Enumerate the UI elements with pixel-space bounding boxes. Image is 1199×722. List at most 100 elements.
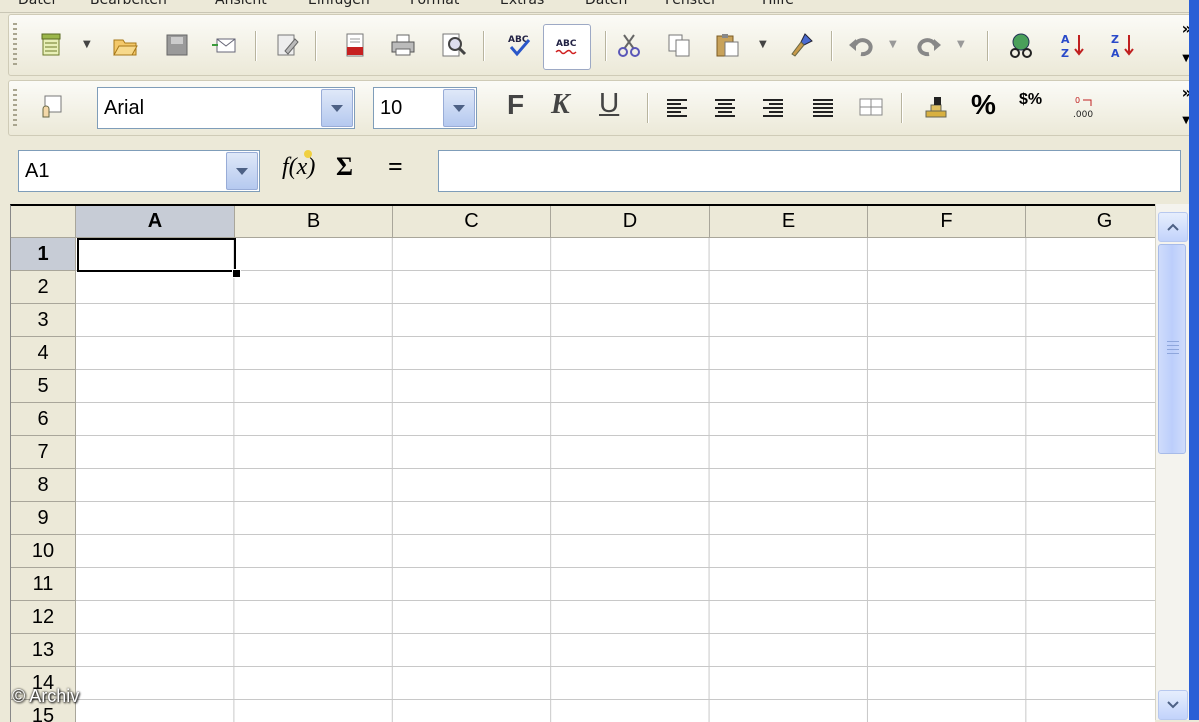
row-header-8[interactable]: 8 <box>11 469 76 502</box>
menu-item-insert[interactable]: Einfügen <box>308 0 370 8</box>
cut-icon[interactable] <box>613 29 645 61</box>
vertical-scrollbar[interactable] <box>1155 204 1190 720</box>
row-header-4[interactable]: 4 <box>11 337 76 370</box>
fill-handle[interactable] <box>232 269 241 278</box>
toolbar-separator <box>315 31 317 61</box>
column-header-g[interactable]: G <box>1026 206 1155 238</box>
svg-text:A: A <box>1111 47 1120 59</box>
standard-format-button[interactable]: $% <box>1019 91 1042 109</box>
row-header-11[interactable]: 11 <box>11 568 76 601</box>
copy-icon[interactable] <box>663 29 695 61</box>
svg-text:.000: .000 <box>1073 110 1093 120</box>
column-header-a[interactable]: A <box>76 206 235 238</box>
formula-input[interactable] <box>438 150 1181 192</box>
column-header-c[interactable]: C <box>393 206 551 238</box>
chevron-down-icon[interactable] <box>321 89 353 127</box>
chevron-down-icon[interactable] <box>226 152 258 190</box>
row-header-2[interactable]: 2 <box>11 271 76 304</box>
autospellcheck-icon[interactable]: ABC <box>543 24 591 70</box>
new-icon[interactable] <box>35 29 67 61</box>
currency-format-icon[interactable] <box>921 91 953 123</box>
toolbar-separator <box>901 93 903 123</box>
font-name-value: Arial <box>104 96 145 119</box>
column-header-d[interactable]: D <box>551 206 710 238</box>
toolbar-separator <box>255 31 257 61</box>
menu-item-window[interactable]: Fenster <box>665 0 717 8</box>
align-center-icon[interactable] <box>709 91 741 123</box>
undo-dropdown-icon[interactable]: ▼ <box>889 39 897 50</box>
toolbar-separator <box>831 31 833 61</box>
redo-icon[interactable] <box>913 29 945 61</box>
export-pdf-icon[interactable] <box>339 29 371 61</box>
print-icon[interactable] <box>387 29 419 61</box>
cell-grid[interactable] <box>76 238 1155 722</box>
sum-button[interactable]: Σ <box>336 152 353 182</box>
copyright-watermark: © Archiv <box>12 686 80 706</box>
scroll-thumb[interactable] <box>1158 244 1186 454</box>
sort-ascending-icon[interactable]: AZ <box>1057 29 1089 61</box>
menu-item-format[interactable]: Format <box>410 0 459 8</box>
font-name-combo[interactable]: Arial <box>97 87 355 129</box>
chevron-down-icon[interactable] <box>443 89 475 127</box>
row-header-5[interactable]: 5 <box>11 370 76 403</box>
row-header-9[interactable]: 9 <box>11 502 76 535</box>
font-size-value: 10 <box>380 96 403 119</box>
menu-item-file[interactable]: Datei <box>18 0 55 8</box>
select-all-corner[interactable] <box>11 206 76 238</box>
standard-toolbar: ▼ ABC ABC ▼ ▼ ▼ A Z Z A » ▼ <box>8 14 1199 76</box>
column-header-f[interactable]: F <box>868 206 1026 238</box>
toolbar-grip[interactable] <box>13 23 17 67</box>
chevron-down-icon <box>1167 701 1179 709</box>
save-icon[interactable] <box>161 29 193 61</box>
new-dropdown-icon[interactable]: ▼ <box>83 39 91 50</box>
scroll-down-button[interactable] <box>1158 690 1188 720</box>
italic-button[interactable]: K <box>551 89 570 121</box>
column-header-e[interactable]: E <box>710 206 868 238</box>
justify-icon[interactable] <box>807 91 839 123</box>
row-header-12[interactable]: 12 <box>11 601 76 634</box>
menu-item-edit[interactable]: Bearbeiten <box>90 0 167 8</box>
menu-item-view[interactable]: Ansicht <box>215 0 267 8</box>
align-left-icon[interactable] <box>661 91 693 123</box>
scroll-up-button[interactable] <box>1158 212 1188 242</box>
email-icon[interactable] <box>209 29 241 61</box>
underline-button[interactable]: U <box>599 87 619 119</box>
function-wizard-button[interactable]: f(x) <box>282 154 315 181</box>
row-header-13[interactable]: 13 <box>11 634 76 667</box>
navigator-icon[interactable] <box>1005 29 1037 61</box>
menu-item-help[interactable]: Hilfe <box>762 0 794 8</box>
paste-icon[interactable] <box>711 29 743 61</box>
add-decimal-icon[interactable]: 0 .000 <box>1069 91 1101 123</box>
menu-item-tools[interactable]: Extras <box>500 0 544 8</box>
row-header-1[interactable]: 1 <box>11 238 76 271</box>
open-icon[interactable] <box>109 29 141 61</box>
paste-dropdown-icon[interactable]: ▼ <box>759 39 767 50</box>
spellcheck-icon[interactable]: ABC <box>503 29 535 61</box>
column-header-b[interactable]: B <box>235 206 393 238</box>
align-right-icon[interactable] <box>757 91 789 123</box>
percent-format-button[interactable]: % <box>971 89 996 121</box>
svg-text:Z: Z <box>1061 47 1069 59</box>
menu-item-data[interactable]: Daten <box>585 0 627 8</box>
row-header-7[interactable]: 7 <box>11 436 76 469</box>
row-header-6[interactable]: 6 <box>11 403 76 436</box>
styles-icon[interactable] <box>35 91 67 123</box>
name-box[interactable]: A1 <box>18 150 260 192</box>
format-paintbrush-icon[interactable] <box>785 29 817 61</box>
function-button[interactable]: = <box>388 152 403 182</box>
chevron-up-icon <box>1167 223 1179 231</box>
redo-dropdown-icon[interactable]: ▼ <box>957 39 965 50</box>
page-preview-icon[interactable] <box>437 29 469 61</box>
cell-cursor-a1[interactable] <box>77 238 236 272</box>
svg-text:Z: Z <box>1111 33 1119 46</box>
edit-file-icon[interactable] <box>271 29 303 61</box>
row-header-10[interactable]: 10 <box>11 535 76 568</box>
undo-icon[interactable] <box>845 29 877 61</box>
font-size-combo[interactable]: 10 <box>373 87 477 129</box>
merge-cells-icon[interactable] <box>855 91 887 123</box>
bold-button[interactable]: F <box>507 89 524 121</box>
sort-descending-icon[interactable]: ZA <box>1107 29 1139 61</box>
toolbar-grip[interactable] <box>13 89 17 127</box>
row-header-3[interactable]: 3 <box>11 304 76 337</box>
svg-text:0: 0 <box>1075 96 1080 105</box>
